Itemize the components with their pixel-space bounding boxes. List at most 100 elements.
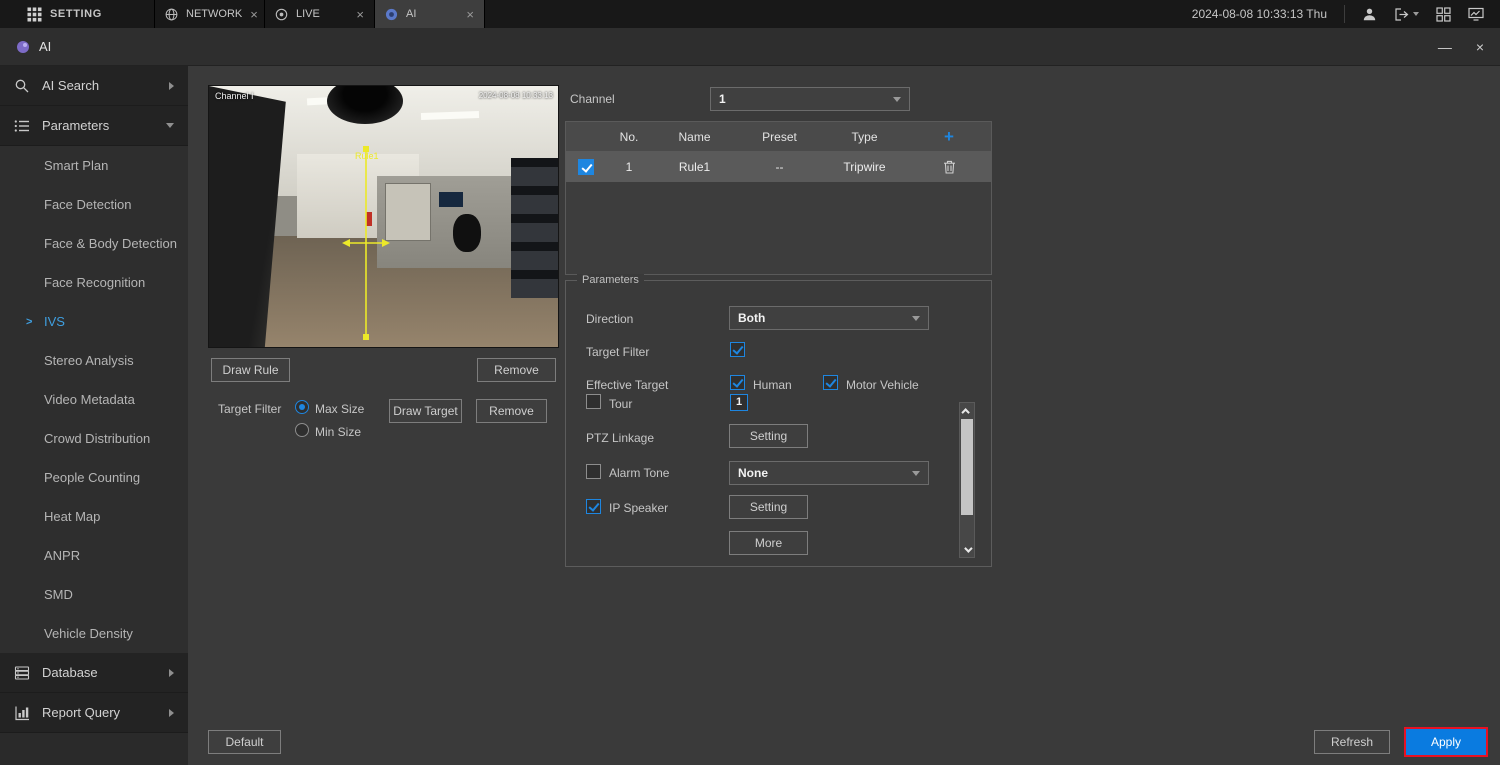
sidebar-item-ai-search[interactable]: AI Search — [0, 66, 188, 106]
window-title-bar: AI — × — [0, 28, 1500, 66]
human-checkbox[interactable] — [730, 375, 745, 390]
rule-table-row[interactable]: 1 Rule1 -- Tripwire — [566, 151, 991, 182]
sidebar-item-report-query[interactable]: Report Query — [0, 693, 188, 733]
sidebar-item-stereo-analysis[interactable]: Stereo Analysis — [0, 341, 188, 380]
alarm-tone-value: None — [738, 466, 768, 480]
sidebar-item-face-recognition[interactable]: Face Recognition — [0, 263, 188, 302]
ai-window-icon — [16, 40, 30, 54]
system-datetime: 2024-08-08 10:33:13 Thu — [1191, 7, 1327, 21]
delete-rule-icon[interactable] — [907, 160, 991, 174]
sidebar-item-crowd-distribution[interactable]: Crowd Distribution — [0, 419, 188, 458]
tab-setting[interactable]: SETTING — [0, 0, 155, 28]
direction-select[interactable]: Both — [729, 306, 929, 330]
rules-table: No. Name Preset Type + 1 Rule1 -- Tripwi… — [565, 121, 992, 275]
ai-search-icon — [14, 78, 30, 94]
more-button[interactable]: More — [729, 531, 808, 555]
tour-value-input[interactable]: 1 — [730, 394, 748, 411]
ip-speaker-setting-button[interactable]: Setting — [729, 495, 808, 519]
parameters-scrollbar[interactable] — [959, 402, 975, 558]
screen-layout-icon[interactable] — [1436, 6, 1451, 22]
default-button[interactable]: Default — [208, 730, 281, 754]
parameters-list-icon — [14, 118, 30, 134]
ai-search-label: AI Search — [42, 78, 100, 93]
logout-icon[interactable] — [1394, 7, 1419, 22]
minimize-button[interactable]: — — [1438, 40, 1452, 54]
refresh-button[interactable]: Refresh — [1314, 730, 1390, 754]
apply-button[interactable]: Apply — [1406, 729, 1486, 755]
draw-target-button[interactable]: Draw Target — [389, 399, 462, 423]
target-filter-checkbox[interactable] — [730, 342, 745, 357]
rule-endpoint-handle[interactable] — [363, 334, 369, 340]
tab-network-label: NETWORK — [186, 8, 243, 20]
rule-name-label: Rule1 — [355, 151, 379, 161]
tour-label: Tour — [609, 397, 633, 411]
close-live-tab-icon[interactable]: × — [356, 8, 364, 21]
sidebar-item-database[interactable]: Database — [0, 653, 188, 693]
tab-live[interactable]: LIVE × — [265, 0, 375, 28]
rule-enable-checkbox[interactable] — [578, 158, 594, 175]
alarm-tone-select[interactable]: None — [729, 461, 929, 485]
ip-speaker-checkbox[interactable] — [586, 499, 601, 514]
rule-no: 1 — [625, 159, 633, 174]
database-icon — [14, 665, 30, 681]
chevron-right-icon — [169, 668, 174, 677]
close-network-tab-icon[interactable]: × — [250, 8, 258, 21]
max-size-radio[interactable] — [295, 400, 309, 414]
live-view-icon — [275, 8, 288, 21]
remove-target-button[interactable]: Remove — [476, 399, 547, 423]
scroll-down-button[interactable] — [960, 542, 974, 557]
close-ai-tab-icon[interactable]: × — [466, 8, 474, 21]
tripwire-rule-overlay: Rule1 — [342, 146, 390, 340]
channel-osd: Channel I — [215, 91, 254, 101]
tour-checkbox[interactable] — [586, 394, 601, 409]
col-no: No. — [619, 129, 639, 144]
active-item-marker-icon: > — [26, 315, 33, 328]
sidebar-item-smart-plan[interactable]: Smart Plan — [0, 146, 188, 185]
topbar-right: 2024-08-08 10:33:13 Thu — [1192, 0, 1500, 28]
parameters-panel: Parameters Direction Both Target Filter … — [565, 274, 992, 567]
database-label: Database — [42, 665, 98, 680]
chevron-up-icon — [961, 407, 970, 417]
scrollbar-thumb[interactable] — [961, 419, 973, 515]
sidebar-item-face-body-detection[interactable]: Face & Body Detection — [0, 224, 188, 263]
alarm-tone-checkbox[interactable] — [586, 464, 601, 479]
tab-ai[interactable]: AI × — [375, 0, 485, 28]
window-title: AI — [39, 39, 52, 54]
tab-network[interactable]: NETWORK × — [155, 0, 265, 28]
channel-select[interactable]: 1 — [710, 87, 910, 111]
report-query-icon — [14, 705, 30, 721]
sidebar-item-people-counting[interactable]: People Counting — [0, 458, 188, 497]
sidebar-item-face-detection[interactable]: Face Detection — [0, 185, 188, 224]
add-rule-button[interactable]: + — [907, 127, 991, 147]
display-monitor-icon[interactable] — [1468, 7, 1484, 21]
close-window-button[interactable]: × — [1476, 40, 1484, 54]
ip-speaker-label: IP Speaker — [609, 501, 669, 515]
chevron-right-icon — [169, 708, 174, 717]
sidebar-item-smd[interactable]: SMD — [0, 575, 188, 614]
scroll-up-button[interactable] — [960, 403, 974, 418]
sidebar-item-ivs[interactable]: > IVS — [0, 302, 188, 341]
tab-ai-label: AI — [406, 8, 417, 20]
direction-label: Direction — [586, 312, 634, 326]
direction-value: Both — [738, 311, 766, 325]
sidebar-item-vehicle-density[interactable]: Vehicle Density — [0, 614, 188, 653]
ptz-setting-button[interactable]: Setting — [729, 424, 808, 448]
motor-vehicle-checkbox[interactable] — [823, 375, 838, 390]
sidebar-item-video-metadata[interactable]: Video Metadata — [0, 380, 188, 419]
col-name: Name — [678, 129, 711, 144]
draw-rule-button[interactable]: Draw Rule — [211, 358, 290, 382]
window-controls: — × — [1438, 40, 1484, 54]
network-globe-icon — [165, 8, 178, 21]
video-preview[interactable]: Rule1 Channel I 2024-08-08 10:33:13 — [208, 85, 559, 348]
min-size-radio[interactable] — [295, 423, 309, 437]
remove-rule-button[interactable]: Remove — [477, 358, 556, 382]
sidebar-item-anpr[interactable]: ANPR — [0, 536, 188, 575]
chevron-right-icon — [169, 81, 174, 90]
user-account-icon[interactable] — [1362, 7, 1377, 22]
parameters-panel-title: Parameters — [577, 274, 644, 286]
sidebar-item-heat-map[interactable]: Heat Map — [0, 497, 188, 536]
channel-label: Channel — [570, 92, 615, 106]
sidebar-item-parameters[interactable]: Parameters — [0, 106, 188, 146]
rules-table-header: No. Name Preset Type + — [566, 122, 991, 151]
chevron-down-icon — [964, 543, 973, 553]
